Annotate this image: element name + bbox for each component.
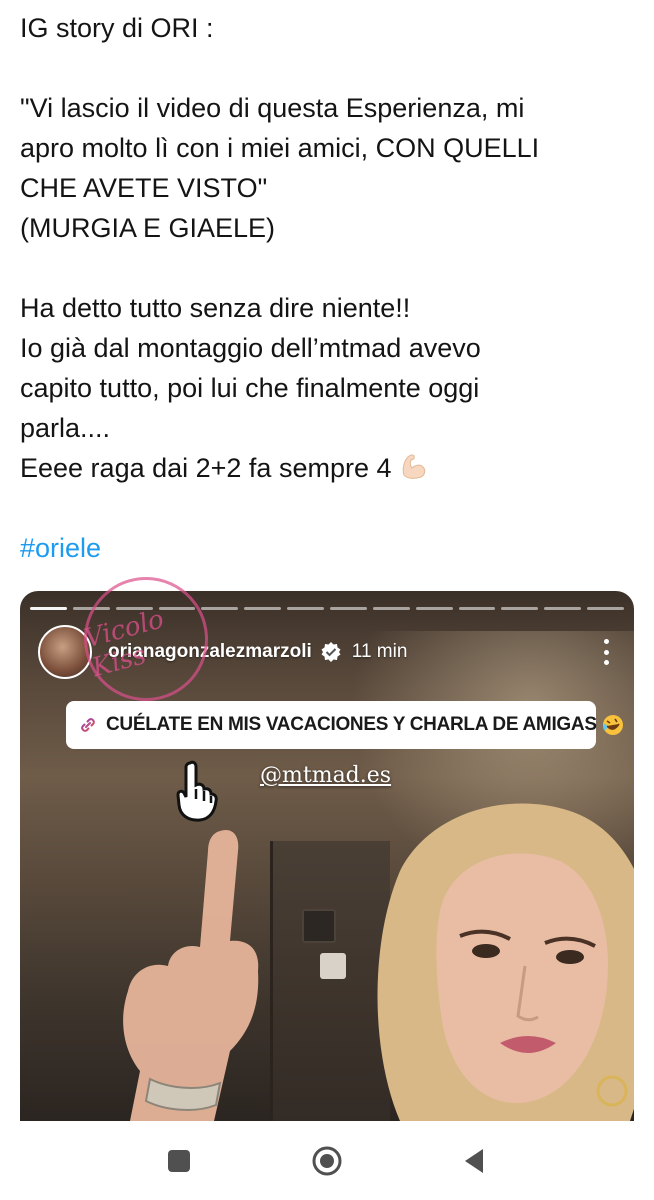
story-timestamp: 11 min: [351, 641, 408, 662]
link-icon: [81, 718, 95, 732]
rolling-laughing-emoji-icon: [602, 715, 623, 735]
tweet-line: capito tutto, poi lui che finalmente ogg…: [20, 373, 480, 403]
person-photo: [377, 803, 634, 1121]
more-options-icon[interactable]: [596, 635, 616, 669]
pointing-hand-sticker-icon: [176, 760, 218, 822]
home-circle-icon[interactable]: [311, 1145, 343, 1177]
tweet-line: parla....: [20, 413, 111, 443]
progress-segment: [372, 607, 410, 610]
progress-segment: [415, 607, 453, 610]
link-sticker-text: CUÉLATE EN MIS VACACIONES Y CHARLA DE AM…: [106, 714, 597, 735]
watermark-text: Vicolo Kiss: [81, 604, 168, 684]
progress-segment: [587, 607, 625, 610]
progress-segment: [287, 607, 325, 610]
background-switch: [320, 953, 346, 979]
tweet-line: (MURGIA E GIAELE): [20, 213, 276, 243]
tweet-text: IG story di ORI : "Vi lascio il video di…: [20, 8, 640, 568]
verified-badge-icon: [321, 642, 341, 662]
mention-link[interactable]: @mtmad.es: [260, 763, 391, 788]
progress-segment: [30, 607, 67, 610]
tweet-line: IG story di ORI :: [20, 13, 214, 43]
hashtag-link[interactable]: #oriele: [20, 528, 640, 568]
progress-segment: [244, 607, 282, 610]
hand-photo: [123, 829, 259, 1121]
tweet-line: Ha detto tutto senza dire niente!!: [20, 293, 411, 323]
progress-segment: [544, 607, 582, 610]
tweet-line: apro molto lì con i miei amici, CON QUEL…: [20, 133, 540, 163]
back-triangle-icon[interactable]: [459, 1145, 491, 1177]
progress-segment: [458, 607, 496, 610]
recents-square-icon[interactable]: [163, 1145, 195, 1177]
tweet-line: Io già dal montaggio dell’mtmad avevo: [20, 333, 481, 363]
flexed-biceps-icon: [402, 454, 425, 479]
progress-segment: [501, 607, 539, 610]
android-nav-bar: [0, 1121, 654, 1200]
tweet-line-last: Eeee raga dai 2+2 fa sempre 4: [20, 448, 640, 488]
progress-segment: [201, 607, 239, 610]
progress-segment: [330, 607, 367, 610]
link-sticker[interactable]: CUÉLATE EN MIS VACACIONES Y CHARLA DE AM…: [66, 701, 623, 749]
tweet-line-text: Eeee raga dai 2+2 fa sempre 4: [20, 453, 392, 483]
tweet-line: CHE AVETE VISTO": [20, 173, 268, 203]
tweet-line: "Vi lascio il video di questa Esperienza…: [20, 93, 525, 123]
